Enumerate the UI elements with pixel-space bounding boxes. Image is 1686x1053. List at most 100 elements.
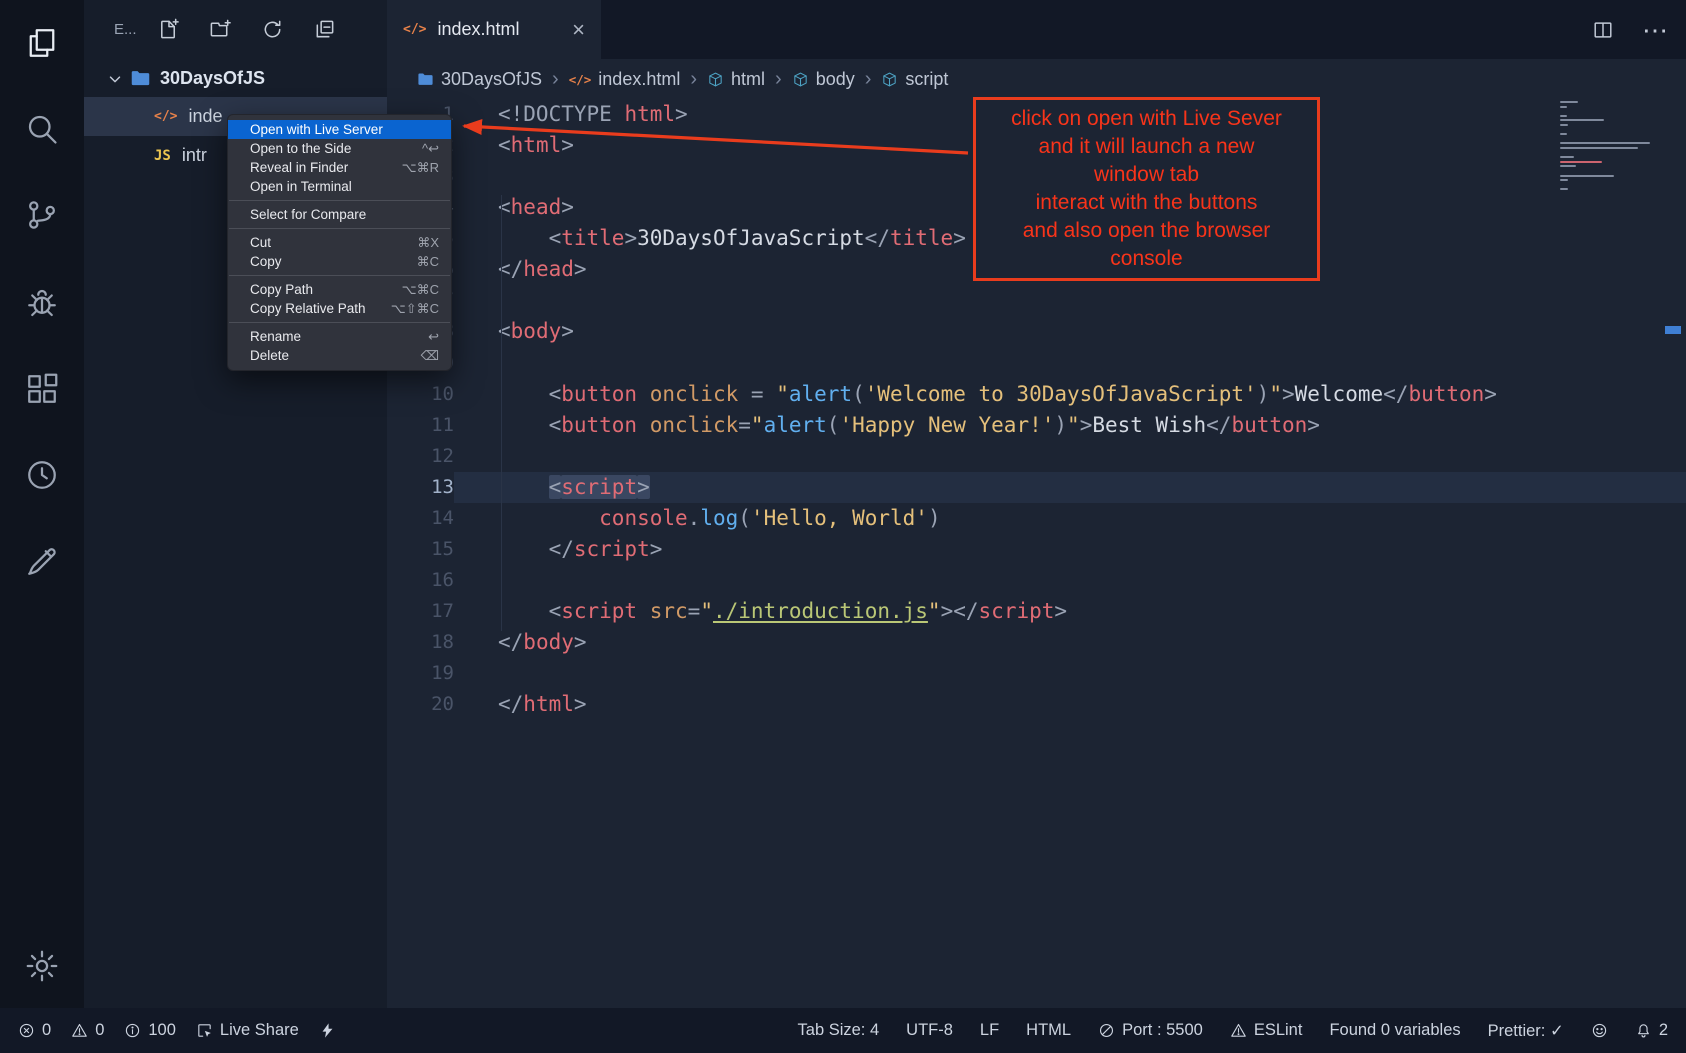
code-line-9[interactable]: 9 — [387, 348, 1686, 379]
file-name: intr — [182, 145, 207, 166]
status-tab-size-4[interactable]: Tab Size: 4 — [798, 1021, 880, 1040]
line-content — [454, 658, 1686, 689]
status-found-0-variables[interactable]: Found 0 variables — [1329, 1021, 1460, 1040]
settings-gear-icon[interactable] — [24, 948, 60, 984]
folder-icon — [130, 68, 151, 89]
menu-separator — [229, 322, 450, 323]
menu-item-copy-path[interactable]: Copy Path⌥⌘C — [228, 280, 451, 299]
status-eslint[interactable]: ESLint — [1230, 1021, 1303, 1040]
explorer-icon[interactable] — [24, 25, 60, 61]
status-html[interactable]: HTML — [1026, 1021, 1071, 1040]
menu-item-label: Cut — [250, 235, 271, 250]
menu-item-cut[interactable]: Cut⌘X — [228, 233, 451, 252]
breadcrumb-script[interactable]: script — [881, 69, 948, 90]
menu-item-select-for-compare[interactable]: Select for Compare — [228, 205, 451, 224]
close-tab-icon[interactable]: × — [572, 19, 585, 41]
feedback-pen-icon[interactable] — [24, 543, 60, 579]
collapse-all-icon[interactable] — [313, 18, 336, 41]
editor-tab-bar: </> index.html × ⋯ — [387, 0, 1686, 59]
line-number: 16 — [387, 565, 454, 596]
breadcrumb-index-html[interactable]: </>index.html — [569, 69, 681, 90]
line-content — [454, 565, 1686, 596]
status-label: Tab Size: 4 — [798, 1021, 880, 1040]
folder-row-30daysofjs[interactable]: 30DaysOfJS — [84, 60, 387, 97]
status-label: Port : 5500 — [1122, 1021, 1203, 1040]
menu-separator — [229, 200, 450, 201]
file-name: inde — [188, 106, 222, 127]
code-line-7[interactable]: 7 — [387, 285, 1686, 316]
html-file-icon: </> — [403, 22, 426, 37]
line-content: console.log('Hello, World') — [454, 503, 1686, 534]
menu-item-shortcut: ⌫ — [421, 348, 439, 364]
annotation-line: and also open the browser — [984, 217, 1309, 245]
code-line-18[interactable]: 18</body> — [387, 627, 1686, 658]
line-number: 18 — [387, 627, 454, 658]
code-line-19[interactable]: 19 — [387, 658, 1686, 689]
status-lf[interactable]: LF — [980, 1021, 999, 1040]
status-bolt[interactable] — [319, 1022, 336, 1039]
refresh-icon[interactable] — [261, 18, 284, 41]
tab-index-html[interactable]: </> index.html × — [387, 0, 601, 59]
code-line-13[interactable]: 13 <script> — [387, 472, 1686, 503]
code-line-11[interactable]: 11 <button onclick="alert('Happy New Yea… — [387, 410, 1686, 441]
status-label: Live Share — [220, 1021, 299, 1040]
new-folder-icon[interactable] — [209, 18, 232, 41]
status-0[interactable]: 0 — [71, 1021, 104, 1040]
menu-item-label: Select for Compare — [250, 207, 366, 222]
extensions-icon[interactable] — [24, 371, 60, 407]
menu-item-label: Reveal in Finder — [250, 160, 348, 175]
menu-item-label: Copy Relative Path — [250, 301, 366, 316]
breadcrumb-separator: › — [775, 68, 782, 91]
line-content: </html> — [454, 689, 1686, 720]
breadcrumb-separator: › — [552, 68, 559, 91]
run-debug-icon[interactable] — [24, 285, 60, 321]
menu-item-reveal-in-finder[interactable]: Reveal in Finder⌥⌘R — [228, 158, 451, 177]
status-port-5500[interactable]: Port : 5500 — [1098, 1021, 1203, 1040]
menu-item-delete[interactable]: Delete⌫ — [228, 346, 451, 365]
status-live-share[interactable]: Live Share — [196, 1021, 299, 1040]
source-control-icon[interactable] — [24, 197, 60, 233]
menu-item-open-with-live-server[interactable]: Open with Live Server — [228, 120, 451, 139]
more-actions-icon[interactable]: ⋯ — [1642, 17, 1668, 43]
breadcrumb-30daysofjs[interactable]: 30DaysOfJS — [417, 69, 542, 90]
menu-item-shortcut: ↩ — [428, 329, 439, 345]
code-line-12[interactable]: 12 — [387, 441, 1686, 472]
status-utf-8[interactable]: UTF-8 — [906, 1021, 953, 1040]
menu-item-shortcut: ⌘C — [417, 254, 439, 270]
menu-item-open-to-the-side[interactable]: Open to the Side^↩ — [228, 139, 451, 158]
code-line-20[interactable]: 20</html> — [387, 689, 1686, 720]
status-2[interactable]: 2 — [1635, 1021, 1668, 1040]
folder-icon — [417, 71, 434, 88]
line-content: <button onclick = "alert('Welcome to 30D… — [454, 379, 1686, 410]
menu-item-copy[interactable]: Copy⌘C — [228, 252, 451, 271]
breadcrumb-html[interactable]: html — [707, 69, 765, 90]
menu-item-open-in-terminal[interactable]: Open in Terminal — [228, 177, 451, 196]
new-file-icon[interactable] — [157, 18, 180, 41]
live-share-icon — [196, 1022, 213, 1039]
line-number: 12 — [387, 441, 454, 472]
code-line-15[interactable]: 15 </script> — [387, 534, 1686, 565]
code-line-14[interactable]: 14 console.log('Hello, World') — [387, 503, 1686, 534]
info-icon — [124, 1022, 141, 1039]
status-smiley[interactable] — [1591, 1022, 1608, 1039]
split-editor-icon[interactable] — [1592, 19, 1614, 41]
status-100[interactable]: 100 — [124, 1021, 176, 1040]
menu-item-rename[interactable]: Rename↩ — [228, 327, 451, 346]
code-line-10[interactable]: 10 <button onclick = "alert('Welcome to … — [387, 379, 1686, 410]
minimap[interactable] — [1560, 101, 1652, 193]
explorer-header: E... — [114, 14, 377, 44]
breadcrumb-label: body — [816, 69, 855, 90]
line-content — [454, 348, 1686, 379]
menu-item-copy-relative-path[interactable]: Copy Relative Path⌥⇧⌘C — [228, 299, 451, 318]
status-0[interactable]: 0 — [18, 1021, 51, 1040]
breadcrumb-label: script — [905, 69, 948, 90]
code-line-8[interactable]: 8<body> — [387, 316, 1686, 347]
timeline-icon[interactable] — [24, 457, 60, 493]
status-prettier[interactable]: Prettier: ✓ — [1488, 1021, 1564, 1041]
warning-icon — [1230, 1022, 1247, 1039]
code-line-16[interactable]: 16 — [387, 565, 1686, 596]
breadcrumb-body[interactable]: body — [792, 69, 855, 90]
breadcrumb-label: html — [731, 69, 765, 90]
code-line-17[interactable]: 17 <script src="./introduction.js"></scr… — [387, 596, 1686, 627]
search-icon[interactable] — [24, 111, 60, 147]
